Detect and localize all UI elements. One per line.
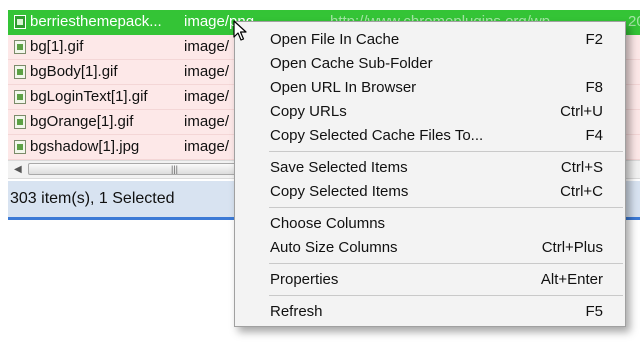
menu-item-shortcut: Ctrl+C — [560, 183, 603, 200]
menu-item-auto-size-columns[interactable]: Auto Size Columns Ctrl+Plus — [235, 236, 625, 260]
file-content-type: image/ — [184, 38, 230, 55]
file-name: bgOrange[1].gif — [30, 113, 134, 130]
menu-item-label: Choose Columns — [270, 215, 386, 232]
menu-item-shortcut: F4 — [585, 127, 603, 144]
menu-item-label: Copy URLs — [270, 103, 347, 120]
file-extra-column: 20 — [628, 13, 640, 30]
menu-item-refresh[interactable]: Refresh F5 — [235, 300, 625, 324]
image-file-icon — [14, 115, 26, 129]
menu-separator — [269, 151, 623, 152]
menu-item-shortcut: Alt+Enter — [540, 271, 603, 288]
menu-item-save-selected-items[interactable]: Save Selected Items Ctrl+S — [235, 156, 625, 180]
file-name: bgshadow[1].jpg — [30, 138, 140, 155]
menu-item-label: Open URL In Browser — [270, 79, 417, 96]
file-content-type: image/ — [184, 88, 230, 105]
file-name: berriesthemepack... — [30, 13, 162, 30]
scrollbar-grip-icon: ||| — [171, 164, 179, 174]
file-content-type: image/ — [184, 138, 230, 155]
context-menu: Open File In Cache F2 Open Cache Sub-Fol… — [234, 21, 626, 327]
menu-item-copy-selected-items[interactable]: Copy Selected Items Ctrl+C — [235, 180, 625, 204]
menu-item-label: Copy Selected Items — [270, 183, 409, 200]
menu-separator — [269, 263, 623, 264]
image-file-icon — [14, 65, 26, 79]
menu-item-copy-urls[interactable]: Copy URLs Ctrl+U — [235, 100, 625, 124]
menu-item-open-file-in-cache[interactable]: Open File In Cache F2 — [235, 28, 625, 52]
file-name: bg[1].gif — [30, 38, 84, 55]
menu-item-label: Auto Size Columns — [270, 239, 398, 256]
menu-item-open-cache-sub-folder[interactable]: Open Cache Sub-Folder — [235, 52, 625, 76]
menu-item-label: Copy Selected Cache Files To... — [270, 127, 484, 144]
menu-item-properties[interactable]: Properties Alt+Enter — [235, 268, 625, 292]
image-file-icon — [14, 140, 26, 154]
menu-separator — [269, 295, 623, 296]
menu-separator — [269, 207, 623, 208]
image-file-icon — [14, 90, 26, 104]
file-name: bgBody[1].gif — [30, 63, 118, 80]
menu-item-shortcut: F8 — [585, 79, 603, 96]
file-content-type: image/ — [184, 63, 230, 80]
scroll-left-arrow-icon[interactable]: ◀ — [14, 163, 22, 176]
menu-item-shortcut: Ctrl+Plus — [541, 239, 603, 256]
menu-item-label: Properties — [270, 271, 339, 288]
menu-item-shortcut: Ctrl+U — [560, 103, 603, 120]
menu-item-label: Refresh — [270, 303, 323, 320]
mouse-pointer-icon — [233, 20, 247, 41]
image-file-icon — [14, 15, 26, 29]
status-text: 303 item(s), 1 Selected — [10, 190, 175, 207]
menu-item-shortcut: Ctrl+S — [560, 159, 603, 176]
image-file-icon — [14, 40, 26, 54]
menu-item-label: Open File In Cache — [270, 31, 400, 48]
menu-item-choose-columns[interactable]: Choose Columns — [235, 212, 625, 236]
file-content-type: image/ — [184, 113, 230, 130]
menu-item-shortcut: F5 — [585, 303, 603, 320]
menu-item-label: Save Selected Items — [270, 159, 408, 176]
menu-item-label: Open Cache Sub-Folder — [270, 55, 433, 72]
menu-item-copy-selected-cache-files[interactable]: Copy Selected Cache Files To... F4 — [235, 124, 625, 148]
menu-item-shortcut: F2 — [585, 31, 603, 48]
menu-item-open-url-in-browser[interactable]: Open URL In Browser F8 — [235, 76, 625, 100]
file-name: bgLoginText[1].gif — [30, 88, 148, 105]
